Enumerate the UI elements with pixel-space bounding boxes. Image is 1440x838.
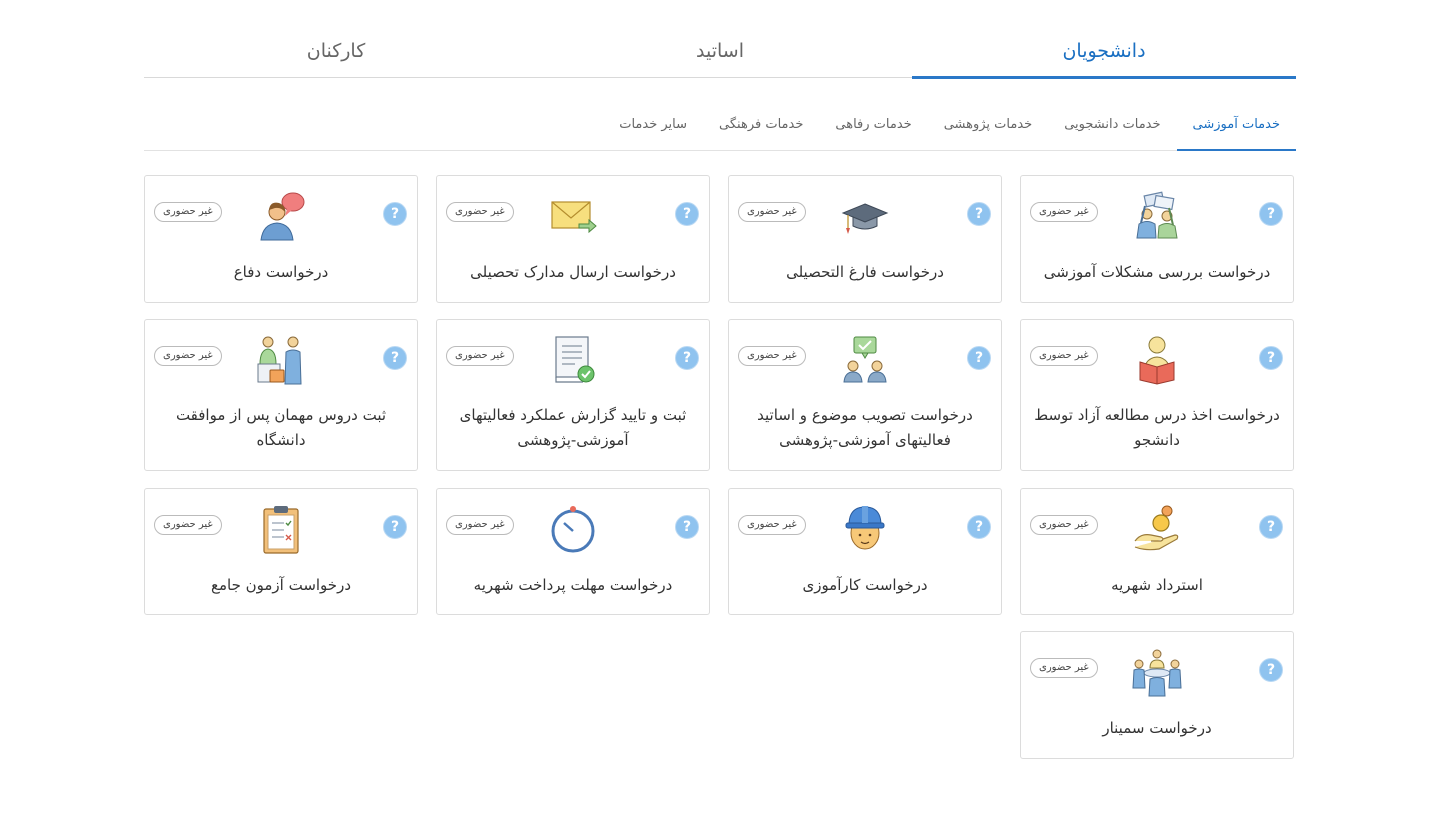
help-icon[interactable]: ? (967, 346, 991, 370)
non-attendance-badge: غیر حضوری (154, 202, 222, 222)
student-reading-icon (1131, 334, 1183, 386)
service-card[interactable]: ? غیر حضوری ثبت دروس مهمان پس از موافقت … (144, 319, 418, 471)
sub-tabs: خدمات آموزشی خدمات دانشجویی خدمات پژوهشی… (144, 103, 1297, 151)
help-icon[interactable]: ? (1259, 658, 1283, 682)
coin-refund-icon (1131, 503, 1183, 555)
subtab-educational-services[interactable]: خدمات آموزشی (1176, 103, 1297, 151)
help-icon[interactable]: ? (675, 202, 699, 226)
card-title: ثبت و تایید گزارش عملکرد فعالیتهای آموزش… (459, 406, 687, 449)
service-card[interactable]: ? غیر حضوری درخواست فارغ التحصیلی (728, 175, 1002, 303)
service-card[interactable]: ? غیر حضوری درخواست دفاع (144, 175, 418, 303)
non-attendance-badge: غیر حضوری (446, 346, 514, 366)
service-card[interactable]: ? غیر حضوری درخواست اخذ درس مطالعه آزاد … (1020, 319, 1294, 471)
card-title: ثبت دروس مهمان پس از موافقت دانشگاه (175, 406, 387, 449)
help-icon[interactable]: ? (967, 202, 991, 226)
card-title: درخواست اخذ درس مطالعه آزاد توسط دانشجو (1034, 406, 1280, 449)
approval-meeting-icon (839, 334, 891, 386)
help-icon[interactable]: ? (1259, 515, 1283, 539)
graduation-cap-icon (839, 190, 891, 242)
seminar-group-icon (1131, 646, 1183, 698)
exam-clipboard-icon (255, 503, 307, 555)
service-card[interactable]: ? غیر حضوری درخواست مهلت پرداخت شهریه (436, 488, 710, 615)
person-speech-icon (255, 190, 307, 242)
non-attendance-badge: غیر حضوری (1030, 658, 1098, 678)
card-title: درخواست مهلت پرداخت شهریه (473, 576, 673, 594)
help-icon[interactable]: ? (1259, 202, 1283, 226)
non-attendance-badge: غیر حضوری (154, 346, 222, 366)
subtab-other-services[interactable]: سایر خدمات (603, 103, 703, 150)
non-attendance-badge: غیر حضوری (446, 202, 514, 222)
tab-staff[interactable]: کارکنان (144, 28, 528, 77)
help-icon[interactable]: ? (1259, 346, 1283, 370)
card-title: درخواست بررسی مشکلات آموزشی (1043, 263, 1271, 281)
card-title: درخواست تصویب موضوع و اساتید فعالیتهای آ… (757, 406, 973, 449)
help-icon[interactable]: ? (383, 515, 407, 539)
non-attendance-badge: غیر حضوری (154, 515, 222, 535)
card-title: درخواست کارآموزی (802, 576, 928, 594)
subtab-student-services[interactable]: خدمات دانشجویی (1048, 103, 1176, 150)
help-icon[interactable]: ? (967, 515, 991, 539)
non-attendance-badge: غیر حضوری (738, 346, 806, 366)
service-card[interactable]: ? غیر حضوری درخواست بررسی مشکلات آموزشی (1020, 175, 1294, 303)
non-attendance-badge: غیر حضوری (1030, 202, 1098, 222)
stopwatch-icon (547, 503, 599, 555)
worker-helmet-icon (839, 503, 891, 555)
non-attendance-badge: غیر حضوری (1030, 346, 1098, 366)
guest-registration-icon (255, 334, 307, 386)
services-page: دانشجویان اساتید کارکنان خدمات آموزشی خد… (0, 0, 1440, 838)
service-card[interactable]: ? غیر حضوری استرداد شهریه (1020, 488, 1294, 615)
subtab-cultural-services[interactable]: خدمات فرهنگی (703, 103, 819, 150)
card-title: درخواست سمینار (1102, 719, 1212, 737)
service-card[interactable]: ? غیر حضوری درخواست سمینار (1020, 631, 1294, 759)
tab-professors[interactable]: اساتید (528, 28, 912, 77)
non-attendance-badge: غیر حضوری (738, 515, 806, 535)
non-attendance-badge: غیر حضوری (738, 202, 806, 222)
report-check-icon (547, 334, 599, 386)
service-card[interactable]: ? غیر حضوری درخواست آزمون جامع (144, 488, 418, 615)
card-title: درخواست دفاع (233, 263, 329, 281)
card-title: استرداد شهریه (1111, 576, 1203, 594)
main-tabs: دانشجویان اساتید کارکنان (144, 28, 1296, 79)
help-icon[interactable]: ? (675, 346, 699, 370)
help-icon[interactable]: ? (383, 346, 407, 370)
subtab-research-services[interactable]: خدمات پژوهشی (928, 103, 1049, 150)
non-attendance-badge: غیر حضوری (446, 515, 514, 535)
help-icon[interactable]: ? (675, 515, 699, 539)
service-card[interactable]: ? غیر حضوری درخواست ارسال مدارک تحصیلی (436, 175, 710, 303)
subtab-welfare-services[interactable]: خدمات رفاهی (819, 103, 927, 150)
card-title: درخواست فارغ التحصیلی (786, 263, 944, 281)
card-title: درخواست ارسال مدارک تحصیلی (470, 263, 676, 281)
service-card[interactable]: ? غیر حضوری درخواست تصویب موضوع و اساتید… (728, 319, 1002, 471)
people-discussion-icon (1131, 190, 1183, 242)
help-icon[interactable]: ? (383, 202, 407, 226)
service-card[interactable]: ? غیر حضوری درخواست کارآموزی (728, 488, 1002, 615)
envelope-send-icon (547, 190, 599, 242)
card-title: درخواست آزمون جامع (210, 576, 352, 594)
service-card[interactable]: ? غیر حضوری ثبت و تایید گزارش عملکرد فعا… (436, 319, 710, 471)
non-attendance-badge: غیر حضوری (1030, 515, 1098, 535)
tab-students[interactable]: دانشجویان (912, 28, 1296, 79)
